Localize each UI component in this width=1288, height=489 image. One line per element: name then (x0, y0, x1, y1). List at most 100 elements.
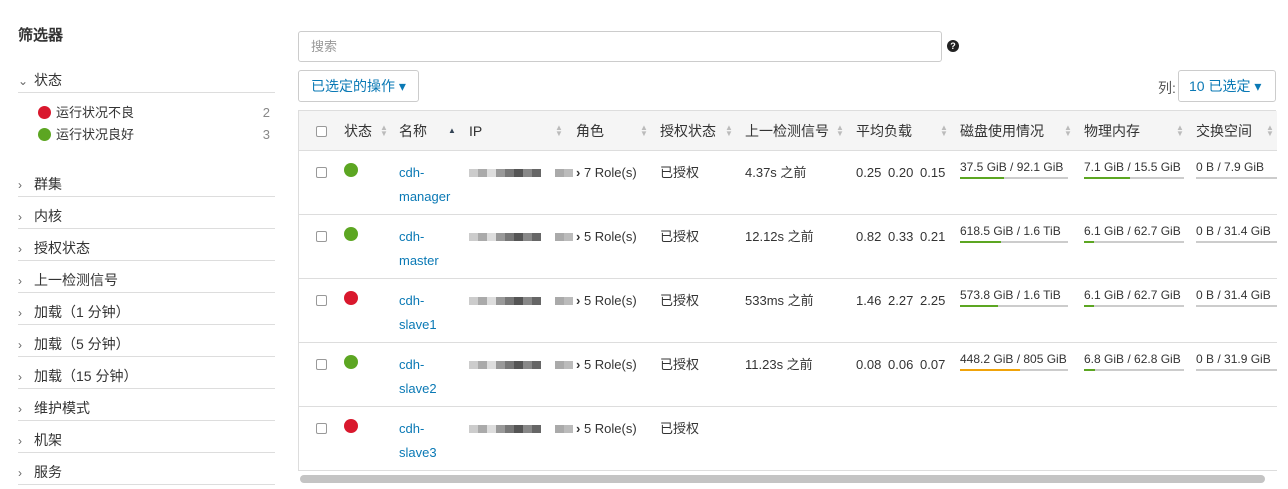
roles-expander[interactable]: › 5 Role(s) (576, 417, 637, 441)
load-average: 0.82 (856, 229, 882, 244)
host-name-part: slave1 (399, 317, 437, 332)
table-row: cdh-master › 5 Role(s) 已授权 12.12s 之前 0.82 0.3… (299, 215, 1277, 279)
column-header[interactable]: 磁盘使用情况 (960, 111, 1044, 151)
last-heartbeat: 533ms 之前 (745, 293, 814, 308)
filter-group[interactable]: › 机架 (18, 427, 275, 453)
column-header[interactable]: 物理内存 (1084, 111, 1140, 151)
column-header[interactable]: IP (469, 111, 482, 151)
filter-group[interactable]: › 加载（15 分钟） (18, 363, 275, 389)
load-average: 0.15 (920, 165, 946, 180)
filter-status-item[interactable]: 运行状况不良 2 (38, 102, 275, 124)
usage-bar-fill (1084, 241, 1094, 243)
filter-group[interactable]: › 维护模式 (18, 395, 275, 421)
usage-bar (1196, 241, 1277, 243)
column-header[interactable]: 角色 (576, 111, 604, 151)
usage-bar-fill (960, 177, 1005, 179)
disk-usage-meter: 573.8 GiB / 1.6 TiB (960, 287, 1068, 307)
chevron-right-icon: › (18, 178, 22, 192)
filter-item-label: 运行状况良好 (56, 127, 135, 142)
selected-actions-button[interactable]: 已选定的操作 ▾ (298, 70, 419, 102)
sort-icon[interactable]: ▲ (448, 111, 456, 151)
disk-usage-meter: 37.5 GiB / 92.1 GiB (960, 159, 1068, 179)
sort-icon[interactable]: ▲ ▼ (725, 111, 733, 138)
filter-group-label: 上一检测信号 (34, 272, 118, 288)
load-average: 0.25 (856, 165, 882, 180)
sort-icon[interactable]: ▲ ▼ (940, 111, 948, 138)
chevron-right-icon: › (576, 229, 584, 244)
filter-status-item[interactable]: 运行状况良好 3 (38, 124, 275, 146)
filter-group[interactable]: › 授权状态 (18, 235, 275, 261)
host-name-link[interactable]: cdh-manager (399, 161, 450, 209)
column-header[interactable]: 平均负载 (856, 111, 912, 151)
roles-expander[interactable]: › 5 Role(s) (576, 289, 637, 313)
ip-address-redacted (469, 169, 573, 177)
authorization-status: 已授权 (660, 421, 700, 436)
usage-bar (960, 241, 1068, 243)
ip-address-redacted (469, 361, 573, 369)
swap-usage-meter: 0 B / 31.4 GiB (1196, 287, 1277, 307)
host-name-part: cdh- (399, 421, 425, 436)
load-average: 0.08 (856, 357, 882, 372)
sort-icon[interactable]: ▲ ▼ (836, 111, 844, 138)
disk-usage-text: 618.5 GiB / 1.6 TiB (960, 224, 1061, 238)
column-header[interactable]: 交换空间 (1196, 111, 1252, 151)
filter-group-label: 维护模式 (34, 400, 90, 416)
last-heartbeat: 12.12s 之前 (745, 229, 814, 244)
filter-group[interactable]: › 群集 (18, 171, 275, 197)
filter-group[interactable]: › 加载（5 分钟） (18, 331, 275, 357)
sort-icon[interactable]: ▲ ▼ (1266, 111, 1274, 138)
roles-count: 7 Role(s) (583, 165, 637, 180)
host-name-part: cdh- (399, 229, 425, 244)
usage-bar (1084, 369, 1184, 371)
sort-icon[interactable]: ▲ ▼ (1176, 111, 1184, 138)
row-checkbox[interactable] (316, 167, 327, 178)
ip-address-redacted (469, 425, 573, 433)
row-checkbox[interactable] (316, 295, 327, 306)
filter-group[interactable]: › 加载（1 分钟） (18, 299, 275, 325)
host-name-link[interactable]: cdh-master (399, 225, 439, 273)
usage-bar (960, 177, 1068, 179)
host-name-part: manager (399, 189, 451, 204)
filter-item-count: 2 (262, 105, 270, 120)
authorization-status: 已授权 (660, 293, 700, 308)
filter-group-label: 内核 (34, 208, 62, 224)
filter-group[interactable]: › 服务 (18, 459, 275, 485)
sort-icon[interactable]: ▲ ▼ (380, 111, 388, 138)
host-name-link[interactable]: cdh-slave1 (399, 289, 437, 337)
roles-expander[interactable]: › 5 Role(s) (576, 225, 637, 249)
ip-address-redacted (469, 233, 573, 241)
host-name-part: cdh- (399, 357, 425, 372)
help-icon[interactable]: ? (947, 40, 959, 52)
row-checkbox[interactable] (316, 423, 327, 434)
authorization-status: 已授权 (660, 357, 700, 372)
sort-icon[interactable]: ▲ ▼ (640, 111, 648, 138)
search-input[interactable]: 搜索 (298, 31, 942, 62)
horizontal-scrollbar[interactable] (300, 475, 1265, 483)
filter-group-label: 服务 (34, 464, 62, 480)
authorization-status: 已授权 (660, 229, 700, 244)
host-name-link[interactable]: cdh-slave3 (399, 417, 437, 465)
filter-group-status[interactable]: ⌄ 状态 (18, 67, 275, 93)
swap-usage-meter: 0 B / 7.9 GiB (1196, 159, 1277, 179)
row-checkbox[interactable] (316, 359, 327, 370)
filter-group[interactable]: › 上一检测信号 (18, 267, 275, 293)
status-good-icon (344, 355, 358, 369)
column-header[interactable]: 授权状态 (660, 111, 716, 151)
select-all-checkbox[interactable] (316, 126, 327, 137)
columns-select-button[interactable]: 10 已选定 ▾ (1178, 70, 1276, 102)
roles-expander[interactable]: › 5 Role(s) (576, 353, 637, 377)
filter-group-label: 加载（1 分钟） (34, 304, 130, 320)
sort-icon[interactable]: ▲ ▼ (555, 111, 563, 138)
chevron-right-icon: › (576, 421, 584, 436)
column-header[interactable]: 上一检测信号 (745, 111, 829, 151)
chevron-right-icon: › (18, 274, 22, 288)
row-checkbox[interactable] (316, 231, 327, 242)
host-name-link[interactable]: cdh-slave2 (399, 353, 437, 401)
column-header[interactable]: 名称 (399, 111, 427, 151)
filter-group-label: 状态 (34, 72, 62, 88)
mem-usage-meter: 6.8 GiB / 62.8 GiB (1084, 351, 1184, 371)
filter-group[interactable]: › 内核 (18, 203, 275, 229)
roles-expander[interactable]: › 7 Role(s) (576, 161, 637, 185)
sort-icon[interactable]: ▲ ▼ (1064, 111, 1072, 138)
column-header[interactable]: 状态 (344, 111, 372, 151)
